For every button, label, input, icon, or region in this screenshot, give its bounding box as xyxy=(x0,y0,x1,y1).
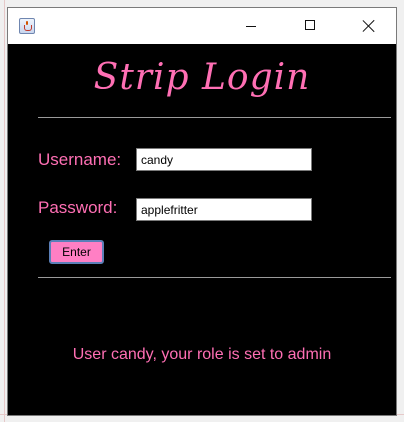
bottom-separator xyxy=(38,277,391,278)
close-icon xyxy=(362,19,376,33)
title-bar[interactable] xyxy=(8,8,396,44)
app-window: Strip Login Username: Password: Enter Us… xyxy=(7,7,397,416)
desktop-guide-vertical xyxy=(4,0,5,422)
enter-button[interactable]: Enter xyxy=(49,240,104,264)
maximize-button[interactable] xyxy=(288,8,334,44)
page-title: Strip Login xyxy=(93,57,311,98)
java-coffee-icon[interactable] xyxy=(19,18,35,34)
minimize-button[interactable] xyxy=(228,8,274,44)
password-input[interactable] xyxy=(136,198,312,221)
password-label: Password: xyxy=(38,198,118,217)
login-panel: Strip Login Username: Password: Enter Us… xyxy=(8,44,396,415)
minimize-icon xyxy=(246,26,256,27)
top-separator xyxy=(38,117,391,118)
username-input[interactable] xyxy=(136,148,312,171)
maximize-icon xyxy=(305,20,315,30)
username-label: Username: xyxy=(38,150,122,169)
close-button[interactable] xyxy=(346,8,392,44)
status-message: User candy, your role is set to admin xyxy=(72,346,332,363)
